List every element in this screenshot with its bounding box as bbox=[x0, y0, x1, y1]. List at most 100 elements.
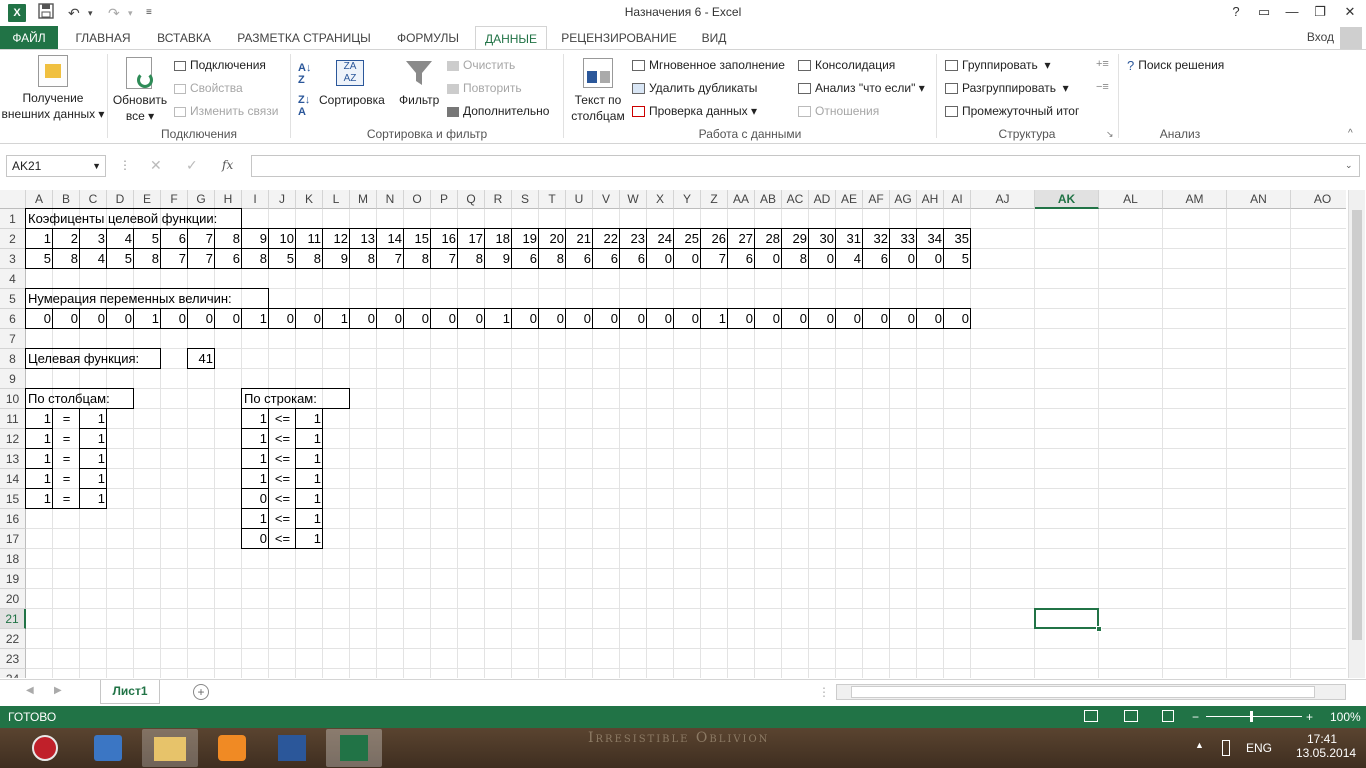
column-header[interactable]: F bbox=[161, 190, 188, 209]
value-cell[interactable]: 7 bbox=[188, 249, 215, 269]
value-cell[interactable]: 24 bbox=[647, 229, 674, 249]
value-cell[interactable]: 8 bbox=[134, 249, 161, 269]
zoom-slider[interactable] bbox=[1206, 716, 1302, 717]
row-header[interactable]: 19 bbox=[0, 569, 26, 589]
column-header[interactable]: Y bbox=[674, 190, 701, 209]
column-header[interactable]: S bbox=[512, 190, 539, 209]
column-header[interactable]: W bbox=[620, 190, 647, 209]
label-by-rows[interactable]: По строкам: bbox=[242, 389, 317, 409]
value-cell[interactable]: 19 bbox=[512, 229, 539, 249]
value-cell[interactable]: 14 bbox=[377, 229, 404, 249]
value-cell[interactable]: 6 bbox=[215, 249, 242, 269]
value-cell[interactable]: 31 bbox=[836, 229, 863, 249]
row-header[interactable]: 2 bbox=[0, 229, 26, 249]
value-cell[interactable]: 0 bbox=[404, 309, 431, 329]
column-header[interactable]: J bbox=[269, 190, 296, 209]
column-header[interactable]: AK bbox=[1035, 190, 1099, 209]
value-cell[interactable]: 9 bbox=[323, 249, 350, 269]
value-cell[interactable]: 1 bbox=[134, 309, 161, 329]
constraint-rhs[interactable]: 1 bbox=[296, 509, 323, 529]
tab-review[interactable]: РЕЦЕНЗИРОВАНИЕ bbox=[555, 26, 683, 50]
relationships-button[interactable]: Отношения bbox=[798, 104, 879, 118]
value-cell[interactable]: 5 bbox=[107, 249, 134, 269]
value-cell[interactable]: 8 bbox=[53, 249, 80, 269]
value-cell[interactable]: 0 bbox=[377, 309, 404, 329]
constraint-sign[interactable]: = bbox=[53, 449, 80, 469]
vertical-scrollbar[interactable] bbox=[1348, 190, 1365, 678]
constraint-rhs[interactable]: 1 bbox=[80, 469, 107, 489]
value-cell[interactable]: 0 bbox=[107, 309, 134, 329]
value-cell[interactable]: 34 bbox=[917, 229, 944, 249]
value-cell[interactable]: 0 bbox=[809, 309, 836, 329]
value-cell[interactable]: 5 bbox=[269, 249, 296, 269]
minimize-icon[interactable]: — bbox=[1278, 2, 1306, 22]
column-header[interactable]: AL bbox=[1099, 190, 1163, 209]
file-explorer-icon[interactable] bbox=[142, 729, 198, 767]
constraint-rhs[interactable]: 1 bbox=[296, 489, 323, 509]
value-cell[interactable]: 0 bbox=[647, 249, 674, 269]
constraint-rhs[interactable]: 1 bbox=[80, 449, 107, 469]
constraint-sign[interactable]: = bbox=[53, 489, 80, 509]
value-cell[interactable]: 0 bbox=[566, 309, 593, 329]
value-cell[interactable]: 4 bbox=[80, 249, 107, 269]
value-cell[interactable]: 0 bbox=[512, 309, 539, 329]
active-cell-selection[interactable] bbox=[1034, 608, 1099, 629]
zoom-slider-thumb[interactable] bbox=[1250, 711, 1253, 722]
value-cell[interactable]: 0 bbox=[620, 309, 647, 329]
value-cell[interactable]: 0 bbox=[593, 309, 620, 329]
row-header[interactable]: 15 bbox=[0, 489, 26, 509]
value-cell[interactable]: 13 bbox=[350, 229, 377, 249]
constraint-lhs[interactable]: 1 bbox=[242, 429, 269, 449]
value-cell[interactable]: 4 bbox=[836, 249, 863, 269]
value-cell[interactable]: 3 bbox=[80, 229, 107, 249]
value-cell[interactable]: 8 bbox=[458, 249, 485, 269]
column-header[interactable]: AO bbox=[1291, 190, 1346, 209]
value-cell[interactable]: 21 bbox=[566, 229, 593, 249]
value-cell[interactable]: 0 bbox=[755, 249, 782, 269]
tab-home[interactable]: ГЛАВНАЯ bbox=[66, 26, 140, 50]
constraint-sign[interactable]: = bbox=[53, 409, 80, 429]
insert-function-button[interactable]: fx bbox=[222, 158, 233, 172]
column-header[interactable]: AF bbox=[863, 190, 890, 209]
clear-button[interactable]: Очистить bbox=[447, 58, 515, 72]
column-header[interactable]: I bbox=[242, 190, 269, 209]
value-cell[interactable]: 8 bbox=[404, 249, 431, 269]
battery-icon[interactable] bbox=[1222, 740, 1230, 756]
value-cell[interactable]: 6 bbox=[566, 249, 593, 269]
value-cell[interactable]: 0 bbox=[836, 309, 863, 329]
value-cell[interactable]: 0 bbox=[188, 309, 215, 329]
value-cell[interactable]: 16 bbox=[431, 229, 458, 249]
value-cell[interactable]: 0 bbox=[215, 309, 242, 329]
what-if-button[interactable]: Анализ "что если" ▾ bbox=[798, 81, 925, 95]
value-cell[interactable]: 0 bbox=[647, 309, 674, 329]
column-header[interactable]: AB bbox=[755, 190, 782, 209]
constraint-lhs[interactable]: 1 bbox=[26, 429, 53, 449]
value-cell[interactable]: 15 bbox=[404, 229, 431, 249]
help-button[interactable]: ? bbox=[1222, 2, 1250, 22]
language-indicator[interactable]: ENG bbox=[1246, 741, 1272, 755]
constraint-rhs[interactable]: 1 bbox=[296, 429, 323, 449]
sort-button[interactable]: Сортировка bbox=[319, 93, 385, 107]
value-cell[interactable]: 7 bbox=[701, 249, 728, 269]
value-cell[interactable]: 8 bbox=[350, 249, 377, 269]
constraint-sign[interactable]: <= bbox=[269, 509, 296, 529]
value-cell[interactable]: 1 bbox=[701, 309, 728, 329]
constraint-sign[interactable]: <= bbox=[269, 469, 296, 489]
close-icon[interactable]: ✕ bbox=[1336, 2, 1364, 22]
column-header[interactable]: AC bbox=[782, 190, 809, 209]
value-cell[interactable]: 6 bbox=[512, 249, 539, 269]
value-cell[interactable]: 5 bbox=[134, 229, 161, 249]
name-box[interactable]: AK21 ▼ bbox=[6, 155, 106, 177]
column-header[interactable]: C bbox=[80, 190, 107, 209]
value-cell[interactable]: 30 bbox=[809, 229, 836, 249]
column-header[interactable]: AE bbox=[836, 190, 863, 209]
row-header[interactable]: 8 bbox=[0, 349, 26, 369]
value-cell[interactable]: 29 bbox=[782, 229, 809, 249]
outline-dialog-launcher-icon[interactable]: ↘ bbox=[1106, 129, 1114, 140]
value-cell[interactable]: 0 bbox=[755, 309, 782, 329]
constraint-lhs[interactable]: 0 bbox=[242, 529, 269, 549]
constraint-sign[interactable]: = bbox=[53, 429, 80, 449]
value-cell[interactable]: 0 bbox=[917, 249, 944, 269]
value-cell[interactable]: 7 bbox=[431, 249, 458, 269]
label-coefficients[interactable]: Коэфиценты целевой функции: bbox=[26, 209, 217, 229]
